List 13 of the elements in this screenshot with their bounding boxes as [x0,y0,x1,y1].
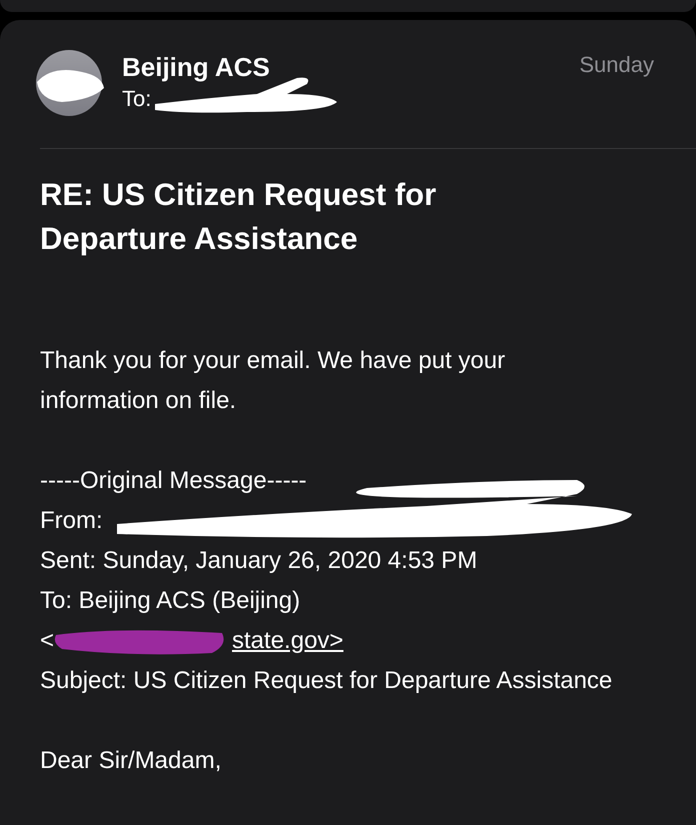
email-bracket: < [40,626,54,656]
message-paragraph: Thank you for your email. We have put your information on file. [40,346,506,416]
original-message-separator: -----Original Message----- [40,466,308,496]
message-date: Sunday [579,52,654,78]
message-subject: RE: US Citizen Request for Departure Assistance [39,176,438,258]
email-link[interactable]: state.gov> [232,621,344,661]
from-label: From: [40,506,103,536]
to-line: To: Beijing ACS (Beijing) [40,586,302,616]
sender-name: Beijing ACS [122,51,271,84]
greeting: Dear Sir/Madam, [40,746,222,776]
sent-line: Sent: Sunday, January 26, 2020 4:53 PM [40,546,478,576]
subject-line: Subject: US Citizen Request for Departure Assistance [40,666,614,696]
recipient-label: To: [122,86,152,112]
